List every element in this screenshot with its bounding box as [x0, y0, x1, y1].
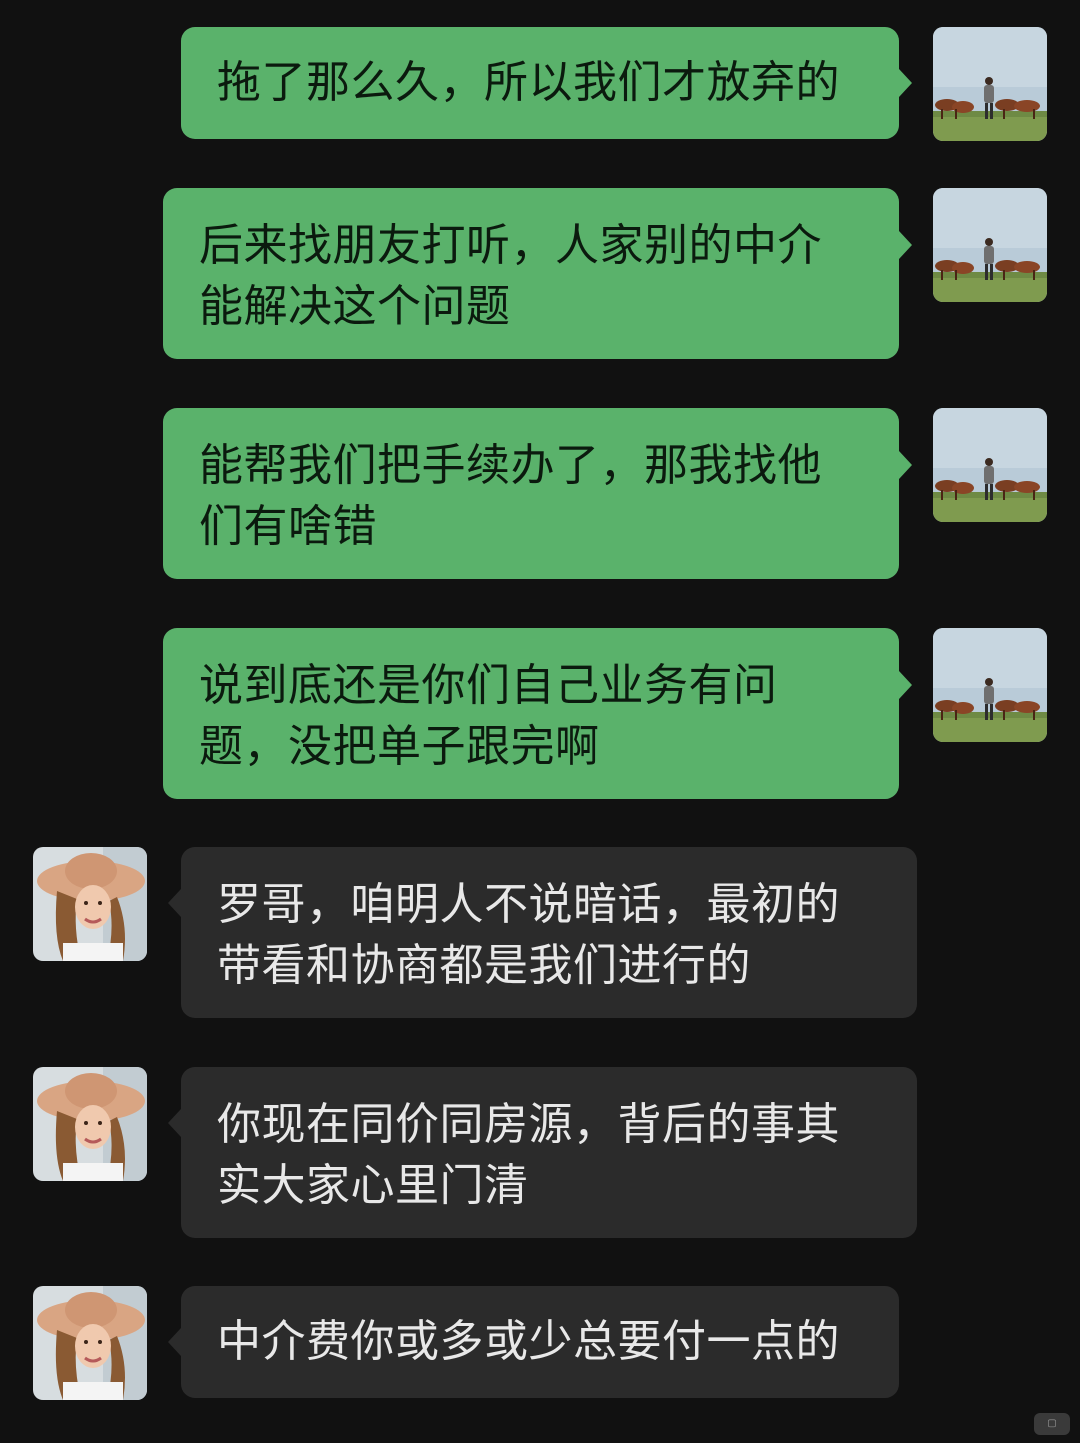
woman-in-sunhat-avatar-image [33, 847, 147, 961]
message-bubble-outgoing[interactable]: 后来找朋友打听，人家别的中介能解决这个问题 [163, 188, 899, 359]
message-bubble-incoming[interactable]: 罗哥，咱明人不说暗话，最初的带看和协商都是我们进行的 [181, 847, 917, 1018]
man-with-horses-avatar-image [933, 188, 1047, 302]
self-avatar[interactable] [933, 27, 1047, 141]
self-avatar[interactable] [933, 188, 1047, 302]
message-text: 你现在同价同房源，背后的事其实大家心里门清 [217, 1099, 840, 1211]
self-avatar[interactable] [933, 628, 1047, 742]
chat-window: 拖了那么久，所以我们才放弃的 后来找朋友打听，人家别的中介能解决这个问题 能帮我… [0, 0, 1080, 1443]
message-text: 能帮我们把手续办了，那我找他们有啥错 [199, 440, 822, 552]
bubble-tail [899, 451, 912, 479]
contact-avatar[interactable] [33, 1286, 147, 1400]
message-bubble-outgoing[interactable]: 能帮我们把手续办了，那我找他们有啥错 [163, 408, 899, 579]
message-text: 后来找朋友打听，人家别的中介能解决这个问题 [199, 220, 822, 332]
bubble-tail [899, 671, 912, 699]
bubble-tail [899, 69, 912, 97]
contact-avatar[interactable] [33, 1067, 147, 1181]
message-bubble-incoming[interactable]: 中介费你或多或少总要付一点的 [181, 1286, 899, 1398]
app-watermark-logo: ▢ [1034, 1413, 1070, 1435]
contact-avatar[interactable] [33, 847, 147, 961]
message-bubble-incoming[interactable]: 你现在同价同房源，背后的事其实大家心里门清 [181, 1067, 917, 1238]
man-with-horses-avatar-image [933, 408, 1047, 522]
bubble-tail [168, 1109, 181, 1137]
message-text: 拖了那么久，所以我们才放弃的 [217, 57, 840, 108]
message-text: 说到底还是你们自己业务有问题，没把单子跟完啊 [199, 660, 778, 772]
man-with-horses-avatar-image [933, 628, 1047, 742]
bubble-tail [168, 1328, 181, 1356]
message-bubble-outgoing[interactable]: 说到底还是你们自己业务有问题，没把单子跟完啊 [163, 628, 899, 799]
bubble-tail [899, 231, 912, 259]
bubble-tail [168, 889, 181, 917]
man-with-horses-avatar-image [933, 27, 1047, 141]
message-bubble-outgoing[interactable]: 拖了那么久，所以我们才放弃的 [181, 27, 899, 139]
woman-in-sunhat-avatar-image [33, 1067, 147, 1181]
message-text: 罗哥，咱明人不说暗话，最初的带看和协商都是我们进行的 [217, 879, 840, 991]
self-avatar[interactable] [933, 408, 1047, 522]
message-text: 中介费你或多或少总要付一点的 [217, 1316, 840, 1367]
woman-in-sunhat-avatar-image [33, 1286, 147, 1400]
